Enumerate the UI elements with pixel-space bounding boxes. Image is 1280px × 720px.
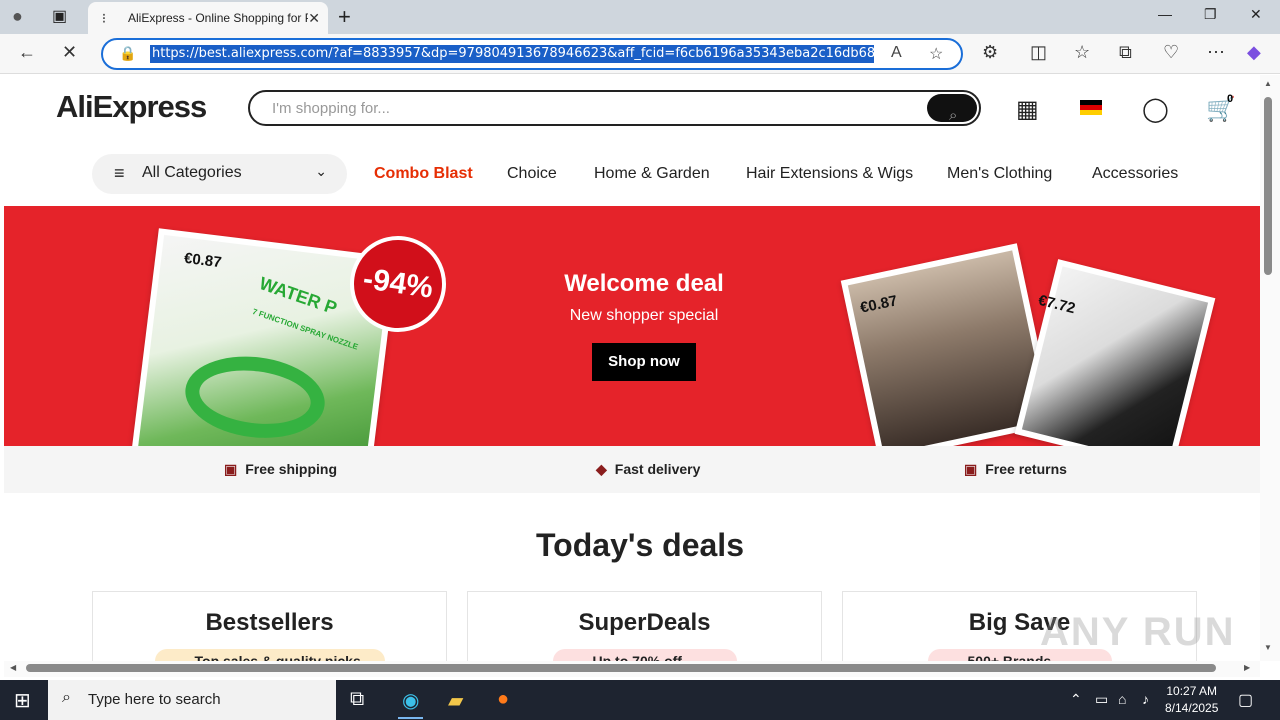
address-bar[interactable]: 🔒 https://best.aliexpress.com/?af=883395… bbox=[101, 38, 963, 70]
anyrun-watermark: ANY RUN bbox=[1040, 610, 1236, 654]
deal-card-superdeals[interactable]: SuperDeals Up to 70% off bbox=[467, 591, 822, 661]
tray-chevron-up-icon[interactable]: ⌃ bbox=[1070, 691, 1082, 708]
scroll-right-icon[interactable]: ▶ bbox=[1244, 663, 1250, 672]
lock-icon[interactable]: 🔒 bbox=[119, 45, 136, 62]
taskbar-search-placeholder: Type here to search bbox=[88, 691, 221, 708]
url-text[interactable]: https://best.aliexpress.com/?af=8833957&… bbox=[150, 45, 874, 63]
box-icon: ◆ bbox=[596, 461, 607, 477]
perk-fast-delivery: ◆ Fast delivery bbox=[596, 461, 700, 478]
perk-label: Fast delivery bbox=[614, 461, 701, 477]
search-icon: ⌕ bbox=[62, 689, 71, 706]
volume-icon[interactable]: ♪ bbox=[1142, 691, 1149, 707]
truck-icon: ▣ bbox=[224, 461, 238, 477]
horizontal-scrollbar[interactable]: ◀ ▶ bbox=[4, 661, 1260, 677]
return-icon: ▣ bbox=[964, 461, 978, 477]
task-view-icon[interactable]: ⧉ bbox=[350, 688, 364, 711]
nav-home-garden[interactable]: Home & Garden bbox=[594, 165, 710, 183]
windows-taskbar: ⊞ ⌕ Type here to search ⧉ ◉ ▰ ● ⌃ ▭ ⌂ ♪ … bbox=[0, 680, 1280, 720]
system-clock[interactable]: 10:27 AM 8/14/2025 bbox=[1165, 683, 1218, 717]
nav-choice[interactable]: Choice bbox=[507, 165, 557, 183]
split-screen-icon[interactable]: ◫ bbox=[1030, 42, 1047, 63]
vertical-scroll-thumb[interactable] bbox=[1264, 97, 1272, 275]
welcome-deal-banner[interactable]: WATER P 7 FUNCTION SPRAY NOZZLE €0.87 -9… bbox=[4, 206, 1260, 446]
loading-icon: ⁝ bbox=[101, 9, 107, 26]
extensions-icon[interactable]: ⚙ bbox=[982, 42, 998, 63]
taskbar-search[interactable]: ⌕ Type here to search bbox=[48, 680, 336, 720]
search-box[interactable]: I'm shopping for... ⌕ bbox=[248, 90, 981, 126]
shop-now-button[interactable]: Shop now bbox=[592, 343, 696, 381]
nav-accessories[interactable]: Accessories bbox=[1092, 165, 1178, 183]
tab-aliexpress[interactable]: ⁝ AliExpress - Online Shopping for Popul… bbox=[88, 2, 328, 34]
copilot-icon[interactable]: ◆ bbox=[1247, 42, 1261, 63]
scroll-up-icon[interactable]: ▲ bbox=[1264, 79, 1272, 88]
file-explorer-icon[interactable]: ▰ bbox=[448, 688, 463, 713]
perk-label: Free shipping bbox=[245, 461, 338, 477]
page-content: AliExpress I'm shopping for... ⌕ ▦ ◯ 🛒 0… bbox=[4, 75, 1260, 661]
deal-card-pill: Top sales & quality picks bbox=[154, 649, 385, 661]
nav-hair-extensions[interactable]: Hair Extensions & Wigs bbox=[746, 165, 913, 183]
network-icon[interactable]: ▭ bbox=[1095, 691, 1108, 708]
menu-icon: ≡ bbox=[114, 163, 125, 183]
search-button[interactable]: ⌕ bbox=[927, 94, 977, 124]
windows-start-icon[interactable]: ⊞ bbox=[14, 688, 31, 713]
collections-icon[interactable]: ⧉ bbox=[1119, 42, 1132, 63]
scroll-left-icon[interactable]: ◀ bbox=[10, 663, 16, 672]
edge-icon[interactable]: ◉ bbox=[398, 688, 424, 719]
search-icon: ⌕ bbox=[949, 107, 958, 124]
browser-toolbar: ← ✕ 🔒 https://best.aliexpress.com/?af=88… bbox=[0, 34, 1280, 74]
restore-icon[interactable]: ❐ bbox=[1204, 6, 1217, 23]
nav-combo-blast[interactable]: Combo Blast bbox=[374, 165, 473, 183]
vertical-scrollbar[interactable]: ▲ ▼ bbox=[1260, 75, 1280, 661]
hose-coil bbox=[180, 348, 330, 446]
germany-flag-icon[interactable] bbox=[1080, 100, 1102, 115]
perk-label: Free returns bbox=[985, 461, 1067, 477]
deal-card-bestsellers[interactable]: Bestsellers Top sales & quality picks bbox=[92, 591, 447, 661]
read-aloud-icon[interactable]: A bbox=[891, 44, 902, 62]
new-tab-icon[interactable]: + bbox=[338, 4, 351, 30]
browser-essentials-icon[interactable]: ♡ bbox=[1163, 42, 1179, 63]
all-categories-button[interactable]: ≡ All Categories ⌄ bbox=[92, 154, 347, 194]
favorites-icon[interactable]: ☆ bbox=[1074, 42, 1090, 63]
clock-time: 10:27 AM bbox=[1166, 684, 1218, 698]
account-icon[interactable]: ◯ bbox=[1142, 95, 1169, 124]
notifications-icon[interactable]: ▢ bbox=[1238, 690, 1253, 710]
wifi-icon[interactable]: ⌂ bbox=[1118, 691, 1126, 707]
deal-card-title: SuperDeals bbox=[578, 609, 711, 636]
logo-text: AliExpress bbox=[56, 89, 207, 124]
horizontal-scroll-thumb[interactable] bbox=[26, 664, 1216, 672]
chevron-down-icon: ⌄ bbox=[315, 163, 327, 179]
back-icon[interactable]: ← bbox=[18, 42, 36, 63]
deal-card-title: Bestsellers bbox=[205, 609, 334, 636]
aliexpress-logo[interactable]: AliExpress bbox=[56, 89, 207, 125]
todays-deals-heading: Today's deals bbox=[536, 527, 744, 563]
clock-date: 8/14/2025 bbox=[1165, 701, 1219, 715]
close-window-icon[interactable]: ✕ bbox=[1250, 6, 1262, 23]
stop-loading-icon[interactable]: ✕ bbox=[62, 42, 77, 63]
all-categories-label: All Categories bbox=[142, 164, 242, 181]
perk-free-shipping: ▣ Free shipping bbox=[224, 461, 337, 478]
nav-mens-clothing[interactable]: Men's Clothing bbox=[947, 165, 1052, 183]
minimize-icon[interactable]: — bbox=[1158, 6, 1172, 22]
qr-code-icon[interactable]: ▦ bbox=[1016, 95, 1039, 124]
search-input[interactable]: I'm shopping for... bbox=[272, 100, 390, 117]
close-tab-icon[interactable]: ✕ bbox=[308, 10, 320, 27]
perk-free-returns: ▣ Free returns bbox=[964, 461, 1067, 478]
perks-bar: ▣ Free shipping ◆ Fast delivery ▣ Free retu… bbox=[4, 446, 1260, 493]
browser-tab-bar: ● ▣ ⁝ AliExpress - Online Shopping for P… bbox=[0, 0, 1280, 34]
profile-icon[interactable]: ● bbox=[12, 6, 23, 27]
tab-title: AliExpress - Online Shopping for Popular… bbox=[128, 11, 308, 25]
firefox-icon[interactable]: ● bbox=[497, 688, 509, 711]
favorite-star-icon[interactable]: ☆ bbox=[929, 44, 943, 64]
cart-count: 0 bbox=[1227, 93, 1234, 105]
deal-card-pill: Up to 70% off bbox=[552, 649, 737, 661]
more-menu-icon[interactable]: ⋯ bbox=[1207, 42, 1225, 63]
scroll-down-icon[interactable]: ▼ bbox=[1264, 643, 1272, 652]
tab-actions-icon[interactable]: ▣ bbox=[52, 6, 67, 26]
